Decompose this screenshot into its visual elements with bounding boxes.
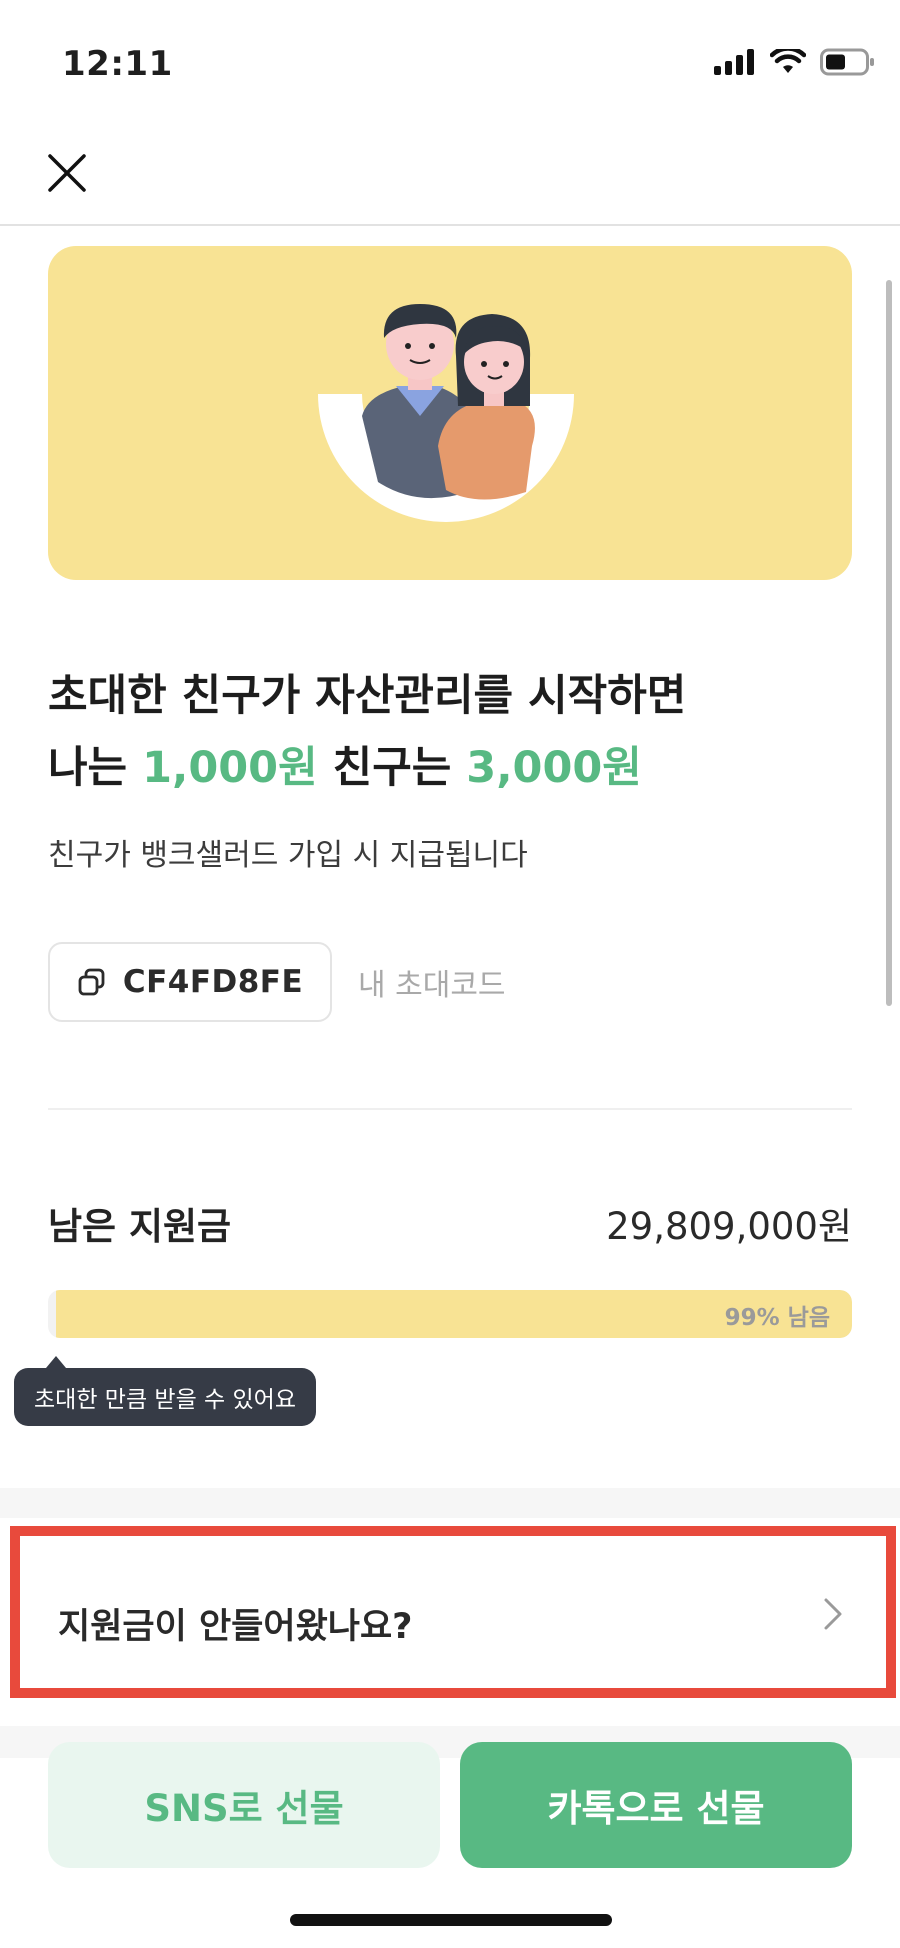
invite-code: CF4FD8FE (122, 964, 304, 1000)
wifi-icon (770, 49, 806, 73)
status-icons (714, 48, 876, 76)
kakao-gift-button[interactable]: 카톡으로 선물 (460, 1742, 852, 1868)
couple-illustration (318, 304, 574, 522)
share-buttons: SNS로 선물 카톡으로 선물 (48, 1742, 852, 1868)
invite-code-label: 내 초대코드 (358, 968, 506, 1003)
faq-label: 지원금이 안들어왔나요? (58, 1607, 413, 1647)
remaining-fund-amount: 29,809,000원 (606, 1205, 852, 1248)
section-divider (48, 1108, 852, 1110)
faq-fund-not-received-row[interactable]: 지원금이 안들어왔나요? (10, 1526, 896, 1698)
status-time: 12:11 (62, 44, 173, 84)
progress-label: 99% 남음 (724, 1305, 830, 1331)
signal-icon (714, 49, 754, 75)
status-bar: 12:11 (0, 0, 900, 120)
remaining-progress-bar: 99% 남음 (48, 1290, 852, 1338)
close-button[interactable] (40, 146, 94, 200)
headline: 초대한 친구가 자산관리를 시작하면 나는 1,000원 친구는 3,000원 (48, 660, 686, 804)
info-tooltip: 초대한 만큼 받을 수 있어요 (14, 1356, 317, 1426)
close-icon (48, 154, 86, 192)
invite-code-row: CF4FD8FE 내 초대코드 (48, 942, 506, 1022)
home-indicator[interactable] (290, 1914, 612, 1926)
copy-invite-code-button[interactable]: CF4FD8FE (48, 942, 332, 1022)
reward-condition-text: 친구가 뱅크샐러드 가입 시 지급됩니다 (48, 838, 528, 873)
headline-prefix: 나는 (48, 743, 143, 793)
nav-bar (0, 120, 900, 226)
battery-icon (820, 48, 874, 76)
headline-line-2: 나는 1,000원 친구는 3,000원 (48, 732, 686, 804)
remaining-fund-title: 남은 지원금 (48, 1205, 232, 1248)
headline-mid: 친구는 (317, 743, 467, 793)
copy-icon (78, 968, 105, 996)
invite-banner (48, 246, 852, 580)
chevron-right-icon (824, 1598, 842, 1630)
scroll-indicator[interactable] (886, 280, 892, 1006)
sns-gift-button[interactable]: SNS로 선물 (48, 1742, 440, 1868)
my-reward: 1,000원 (142, 743, 318, 793)
headline-line-1: 초대한 친구가 자산관리를 시작하면 (48, 671, 687, 721)
friend-reward: 3,000원 (466, 743, 642, 793)
